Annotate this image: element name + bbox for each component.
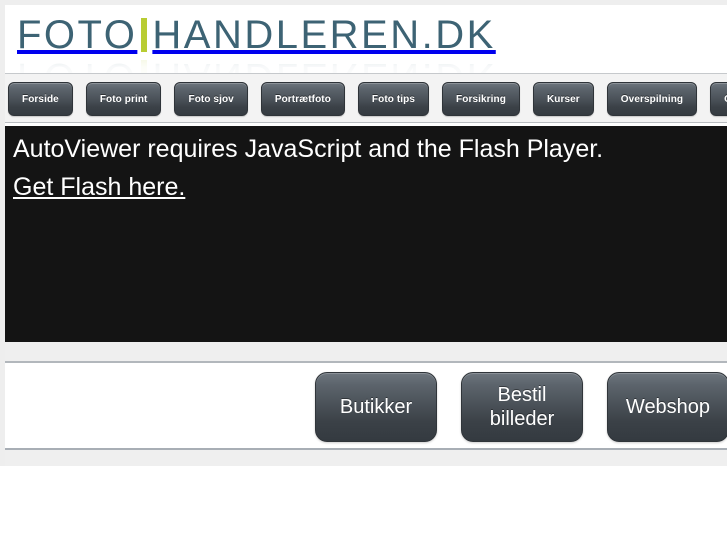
flash-required-message: AutoViewer requires JavaScript and the F… [13, 130, 723, 206]
nav-item-foto-tips[interactable]: Foto tips [357, 82, 430, 116]
site-header: FOTO HANDLEREN.DK FOTO HANDLEREN.DK [5, 5, 727, 73]
nav-item-forside[interactable]: Forside [8, 82, 73, 116]
action-button-group: Butikker Bestil billeder Webshop [315, 372, 727, 442]
logo-text: FOTO HANDLEREN.DK [17, 13, 496, 57]
action-panel: Butikker Bestil billeder Webshop [5, 361, 727, 450]
nav-item-forsikring[interactable]: Forsikring [442, 82, 520, 116]
nav-item-om-os[interactable]: Om os [710, 82, 727, 116]
nav-item-overspilning[interactable]: Overspilning [606, 82, 698, 116]
bestil-billeder-button[interactable]: Bestil billeder [461, 372, 583, 442]
get-flash-link[interactable]: Get Flash here. [13, 168, 185, 206]
logo-text-foto: FOTO [17, 13, 138, 57]
webshop-button[interactable]: Webshop [607, 372, 727, 442]
main-navigation: Forside Foto print Foto sjov Portrætfoto… [5, 73, 727, 123]
page-root: FOTO HANDLEREN.DK FOTO HANDLEREN.DK Forsid… [0, 0, 727, 545]
bottom-gap-band [5, 450, 727, 466]
page-footer-area [0, 466, 727, 545]
butikker-button[interactable]: Butikker [315, 372, 437, 442]
stage-gap-band [5, 342, 727, 361]
logo-text-handleren: HANDLEREN.DK [152, 13, 496, 57]
nav-list: Forside Foto print Foto sjov Portrætfoto… [8, 82, 727, 116]
nav-item-portraetfoto[interactable]: Portrætfoto [260, 82, 345, 116]
flash-required-text: AutoViewer requires JavaScript and the F… [13, 135, 604, 163]
autoviewer-stage: AutoViewer requires JavaScript and the F… [5, 126, 727, 342]
nav-item-foto-print[interactable]: Foto print [85, 82, 162, 116]
nav-item-foto-sjov[interactable]: Foto sjov [174, 82, 248, 116]
site-logo[interactable]: FOTO HANDLEREN.DK [17, 13, 496, 71]
logo-divider-bar [141, 18, 148, 52]
nav-item-kurser[interactable]: Kurser [532, 82, 594, 116]
